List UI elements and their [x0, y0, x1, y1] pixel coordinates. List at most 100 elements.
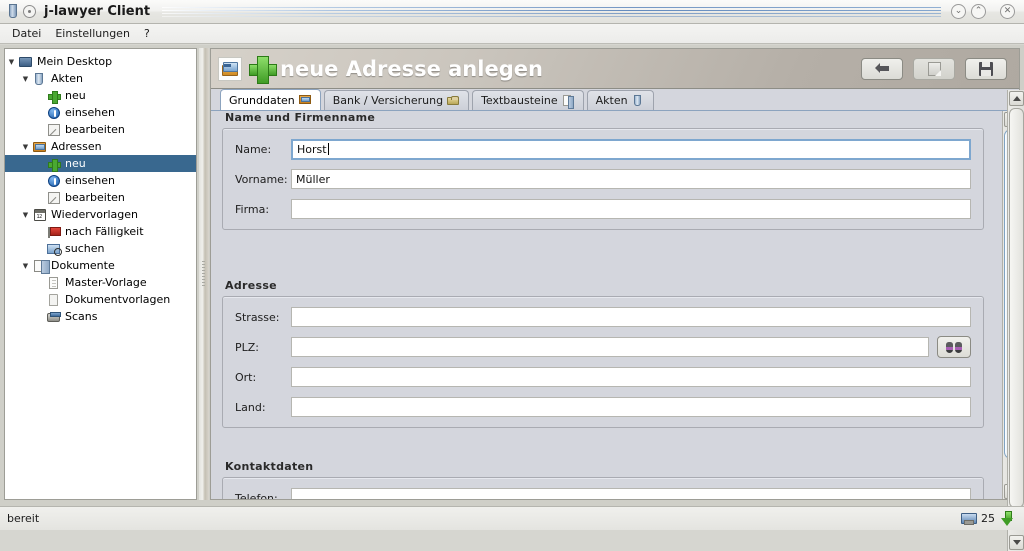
menu-help[interactable]: ?: [138, 25, 156, 42]
scanner-icon: [46, 310, 62, 324]
strasse-field[interactable]: [291, 307, 971, 327]
window-scrollbar-thumb[interactable]: [1009, 108, 1024, 508]
field-value: Müller: [296, 173, 330, 186]
sidebar-item-bearbeiten[interactable]: bearbeiten: [5, 189, 196, 206]
sidebar-item-label: Dokumente: [51, 259, 119, 272]
sidebar-item-scans[interactable]: Scans: [5, 308, 196, 325]
chevron-down-icon[interactable]: ▼: [5, 58, 18, 66]
info-icon: [46, 106, 62, 120]
info-icon: [46, 174, 62, 188]
chevron-down-icon[interactable]: ▼: [19, 75, 32, 83]
tab-strip: Grunddaten Bank / Versicherung Textbaustei…: [211, 90, 1020, 111]
text-caret: [328, 143, 329, 155]
flag-red-icon: [46, 225, 62, 239]
group-title: Adresse: [222, 279, 984, 292]
arrow-left-icon: [875, 63, 889, 74]
sidebar-item-einsehen[interactable]: einsehen: [5, 172, 196, 189]
menu-datei[interactable]: Datei: [6, 25, 47, 42]
ort-field[interactable]: [291, 367, 971, 387]
save-button[interactable]: [965, 58, 1007, 80]
field-value: Horst: [297, 143, 327, 156]
firma-field[interactable]: [291, 199, 971, 219]
window-scroll-down-button[interactable]: [1009, 535, 1024, 550]
sidebar-item-label: Scans: [65, 310, 101, 323]
minimize-button[interactable]: ⌄: [951, 4, 966, 19]
sidebar-item-suchen[interactable]: suchen: [5, 240, 196, 257]
tab-grunddaten[interactable]: Grunddaten: [220, 89, 321, 110]
sidebar-item-label: Mein Desktop: [37, 55, 116, 68]
sidebar-item-label: suchen: [65, 242, 108, 255]
sidebar-item-mein-desktop[interactable]: ▼ Mein Desktop: [5, 53, 196, 70]
main-panel: neue Adresse anlegen Grunddaten Bank / Ve…: [210, 48, 1020, 500]
back-button[interactable]: [861, 58, 903, 80]
note-button[interactable]: [913, 58, 955, 80]
chevron-down-icon[interactable]: ▼: [19, 262, 32, 270]
plz-lookup-button[interactable]: [937, 336, 971, 358]
group-title: Kontaktdaten: [222, 460, 984, 473]
download-arrow-icon[interactable]: [1001, 511, 1014, 526]
sidebar-item-neu[interactable]: neu: [5, 155, 196, 172]
sidebar-item-label: bearbeiten: [65, 191, 129, 204]
tab-label: Akten: [596, 94, 628, 107]
close-button[interactable]: ✕: [1000, 4, 1015, 19]
statusbar: bereit 25: [0, 506, 1024, 530]
tab-label: Bank / Versicherung: [333, 94, 443, 107]
pencil-icon: [46, 123, 62, 137]
status-message: bereit: [0, 512, 39, 525]
tab-bank-versicherung[interactable]: Bank / Versicherung: [324, 90, 469, 110]
vorname-field[interactable]: Müller: [291, 169, 971, 189]
field-label: Ort:: [235, 371, 291, 384]
app-circle-icon: [23, 5, 36, 18]
field-label: Name:: [235, 143, 291, 156]
titlebar-decoration: [162, 5, 941, 19]
form-row: Vorname: Müller: [235, 169, 971, 189]
sidebar-item-dokumente[interactable]: ▼ Dokumente: [5, 257, 196, 274]
menu-einstellungen[interactable]: Einstellungen: [49, 25, 136, 42]
sidebar-item-dokumentvorlagen[interactable]: Dokumentvorlagen: [5, 291, 196, 308]
maximize-button[interactable]: ⌃: [971, 4, 986, 19]
sidebar-item-einsehen[interactable]: einsehen: [5, 104, 196, 121]
page-lines-icon: [46, 276, 62, 290]
field-label: Vorname:: [235, 173, 291, 186]
chevron-down-icon[interactable]: ▼: [19, 211, 32, 219]
sidebar-item-neu[interactable]: neu: [5, 87, 196, 104]
titlebar-icons: [0, 4, 36, 19]
sidebar-item-akten[interactable]: ▼Akten: [5, 70, 196, 87]
chevron-down-icon[interactable]: ▼: [19, 143, 32, 151]
form-row: PLZ:: [235, 337, 971, 357]
folder-blue-icon: [32, 72, 48, 86]
save-floppy-icon: [979, 62, 993, 76]
group-box: Strasse:PLZ:Ort:Land:: [222, 296, 984, 428]
binoculars-icon: [946, 342, 962, 353]
sidebar-splitter[interactable]: [199, 48, 209, 500]
sidebar-item-bearbeiten[interactable]: bearbeiten: [5, 121, 196, 138]
sidebar-item-master-vorlage[interactable]: Master-Vorlage: [5, 274, 196, 291]
sidebar-item-adressen[interactable]: ▼Adressen: [5, 138, 196, 155]
window-vertical-scrollbar[interactable]: [1007, 90, 1024, 551]
panel-header: neue Adresse anlegen: [211, 49, 1020, 89]
tab-label: Textbausteine: [481, 94, 558, 107]
note-icon: [928, 62, 941, 76]
plz-row: [291, 336, 971, 358]
tab-label: Grunddaten: [229, 94, 295, 107]
tab-textbausteine[interactable]: Textbausteine: [472, 90, 584, 110]
sidebar-item-label: einsehen: [65, 174, 119, 187]
group-kontaktdaten: KontaktdatenTelefon:: [222, 460, 984, 500]
window-controls: ⌄ ⌃ ✕: [951, 4, 1024, 19]
tab-akten[interactable]: Akten: [587, 90, 654, 110]
window-scroll-up-button[interactable]: [1009, 91, 1024, 106]
telefon-field[interactable]: [291, 488, 971, 500]
plus-green-icon: [46, 157, 62, 171]
sidebar-item-wiedervorlagen[interactable]: ▼12Wiedervorlagen: [5, 206, 196, 223]
name-field[interactable]: Horst: [291, 139, 971, 160]
land-field[interactable]: [291, 397, 971, 417]
address-card-icon: [32, 140, 48, 154]
sidebar-item-label: bearbeiten: [65, 123, 129, 136]
group-name-firmenname: Name und FirmennameName:HorstVorname:Mül…: [222, 111, 984, 230]
sidebar-item-nach-f-lligkeit[interactable]: nach Fälligkeit: [5, 223, 196, 240]
sidebar-item-label: einsehen: [65, 106, 119, 119]
address-card-icon: [299, 94, 312, 106]
plz-field[interactable]: [291, 337, 929, 357]
image-search-icon: [46, 242, 62, 256]
sidebar-item-label: Master-Vorlage: [65, 276, 151, 289]
